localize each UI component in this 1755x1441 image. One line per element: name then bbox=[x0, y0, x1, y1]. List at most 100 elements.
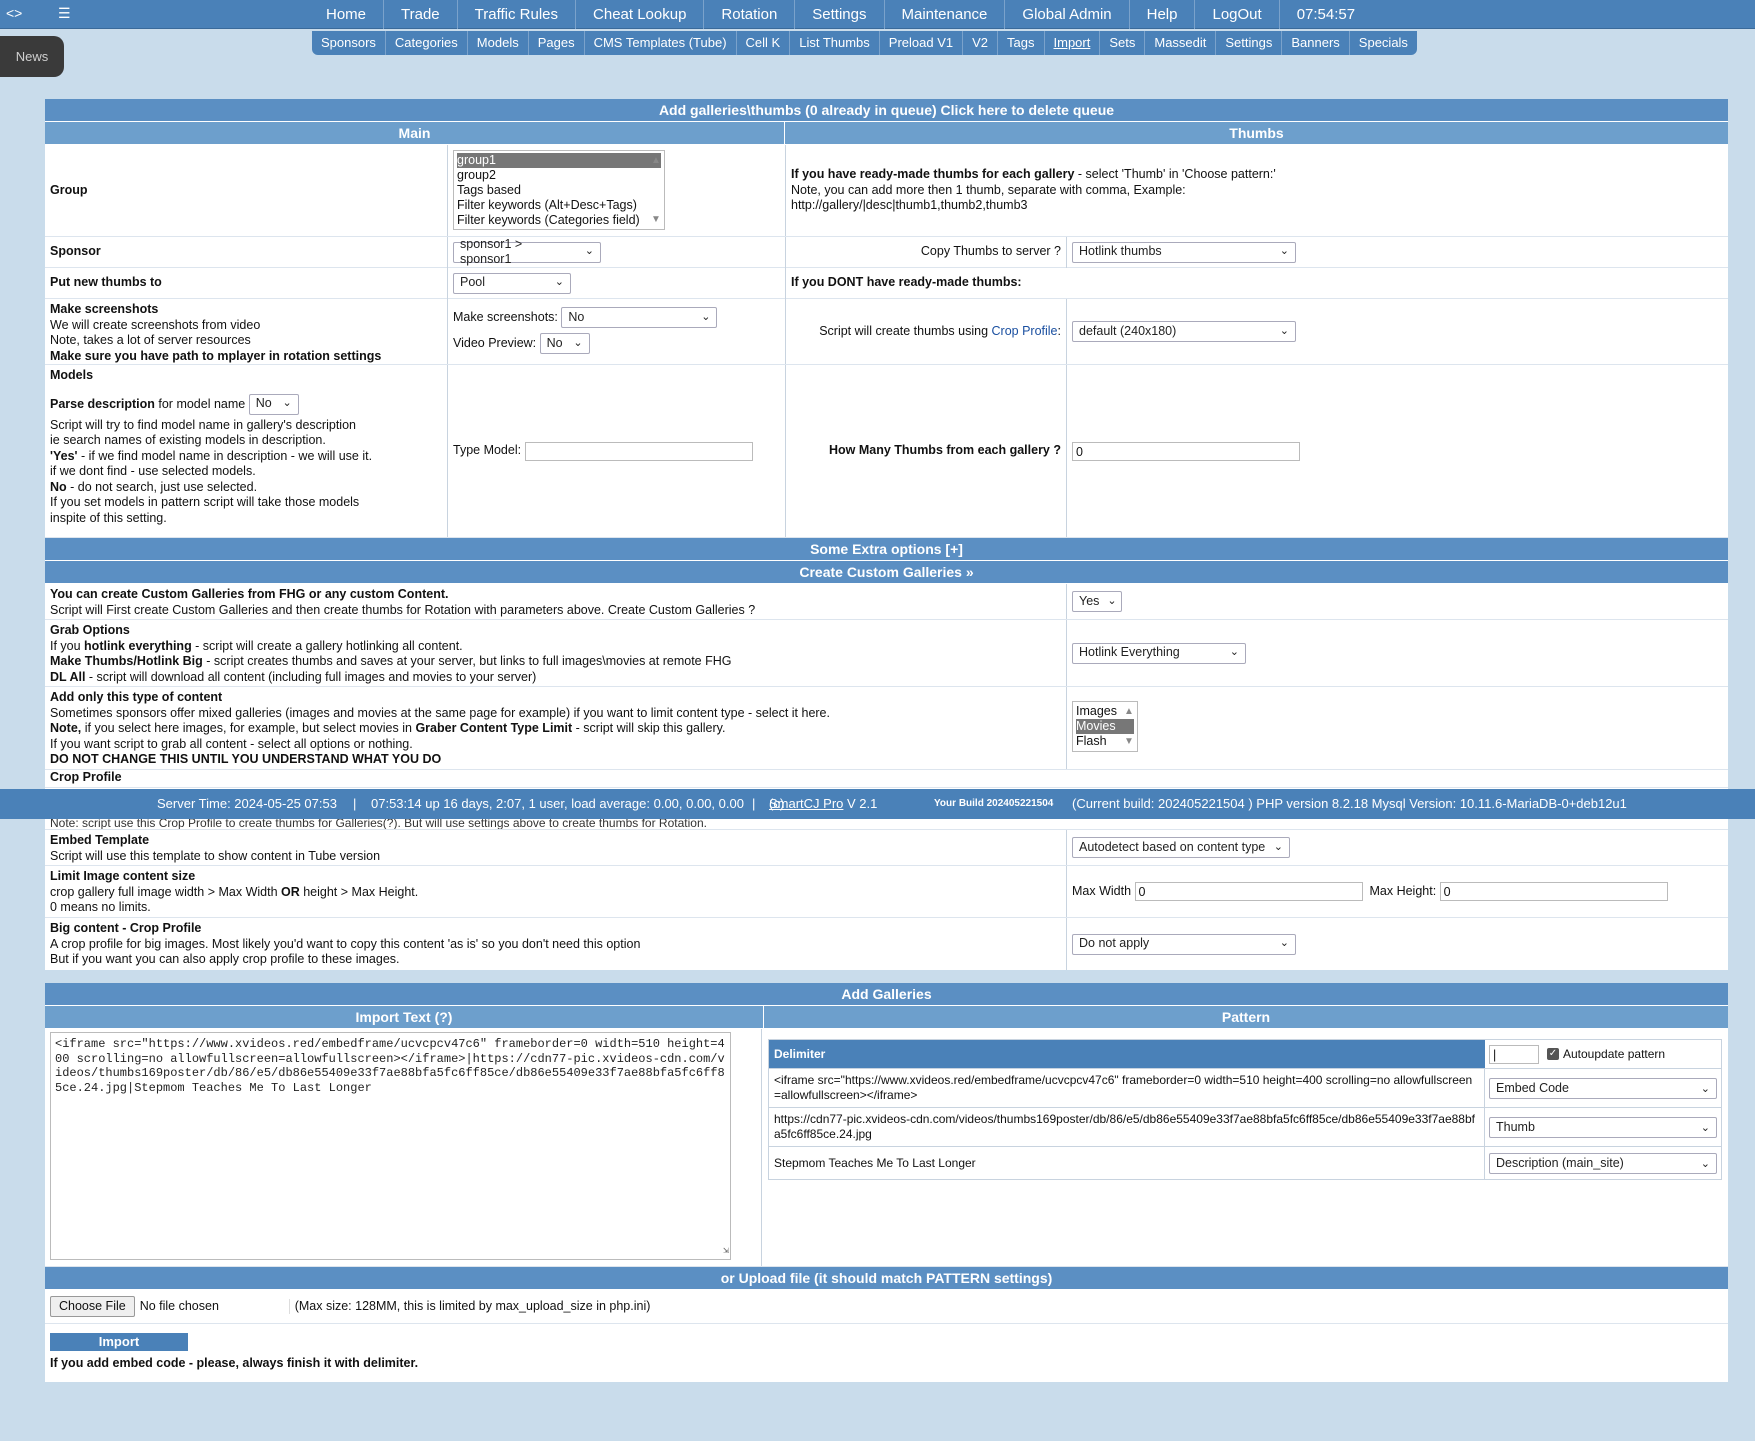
copyright: (c) bbox=[769, 796, 785, 811]
status-sep-2: | bbox=[752, 796, 756, 811]
grab-options-title: Grab Options bbox=[50, 623, 130, 637]
subnav-item-specials[interactable]: Specials bbox=[1350, 31, 1417, 55]
max-height-label: Max Height: bbox=[1369, 883, 1437, 898]
parse-description-select[interactable]: No ⌄ bbox=[248, 393, 299, 415]
add-galleries-import-panel: Add Galleries Import Text (?) Pattern <i… bbox=[45, 983, 1728, 1382]
type-model-label: Type Model: bbox=[453, 443, 522, 458]
content-type-scrollbar[interactable]: ▲ ▼ bbox=[1123, 704, 1135, 749]
pattern-row-select[interactable]: Description (main_site) ⌄ bbox=[1489, 1152, 1717, 1174]
models-note-3: - if we find model name in description -… bbox=[77, 448, 373, 463]
listbox-scrollbar[interactable]: ▲ ▼ bbox=[650, 153, 662, 227]
group-option[interactable]: group2 bbox=[457, 168, 661, 183]
custom-galleries-header[interactable]: Create Custom Galleries » bbox=[45, 561, 1728, 584]
pattern-row: <iframe src="https://www.xvideos.red/emb… bbox=[768, 1069, 1722, 1108]
top-nav: <> ☰ Home Trade Traffic Rules Cheat Lookup R… bbox=[0, 0, 1755, 29]
big-content-select[interactable]: Do not apply ⌄ bbox=[1072, 933, 1296, 955]
subnav-item-v2[interactable]: V2 bbox=[963, 31, 999, 55]
subnav-item-sets[interactable]: Sets bbox=[1100, 31, 1146, 55]
group-option[interactable]: Tags based bbox=[457, 183, 661, 198]
subnav-item-banners[interactable]: Banners bbox=[1282, 31, 1350, 55]
screenshots-title: Make screenshots bbox=[50, 302, 159, 316]
nav-item-global-admin[interactable]: Global Admin bbox=[1005, 0, 1130, 29]
nav-item-traffic-rules[interactable]: Traffic Rules bbox=[458, 0, 577, 29]
how-many-thumbs-label: How Many Thumbs from each gallery ? bbox=[785, 365, 1066, 537]
max-width-input[interactable]: 0 bbox=[1134, 882, 1363, 901]
nav-item-cheat-lookup[interactable]: Cheat Lookup bbox=[576, 0, 705, 29]
nav-item-home[interactable]: Home bbox=[309, 0, 385, 29]
nav-item-help[interactable]: Help bbox=[1130, 0, 1196, 29]
content-type-listbox[interactable]: Images Movies Flash ▲ ▼ bbox=[1072, 701, 1138, 752]
group-option[interactable]: group1 bbox=[457, 153, 661, 168]
embed-template-select[interactable]: Autodetect based on content type ⌄ bbox=[1072, 837, 1290, 858]
extra-options-header[interactable]: Some Extra options [+] bbox=[45, 538, 1728, 561]
nav-item-trade[interactable]: Trade bbox=[384, 0, 458, 29]
nav-item-rotation[interactable]: Rotation bbox=[704, 0, 796, 29]
grab-options-select[interactable]: Hotlink Everything ⌄ bbox=[1072, 642, 1246, 664]
crop-profile-link[interactable]: Crop Profile bbox=[992, 324, 1058, 340]
models-title: Models bbox=[50, 368, 94, 382]
sponsor-select[interactable]: sponsor1 > sponsor1 ⌄ bbox=[453, 237, 601, 266]
subnav-item-categories[interactable]: Categories bbox=[386, 31, 468, 55]
import-button[interactable]: Import bbox=[50, 1333, 188, 1351]
content-type-title: Add only this type of content bbox=[50, 690, 223, 704]
import-text-header[interactable]: Import Text (?) bbox=[45, 1006, 764, 1029]
subnav-item-import[interactable]: Import bbox=[1045, 31, 1101, 55]
subnav-item-models[interactable]: Models bbox=[468, 31, 529, 55]
autoupdate-checkbox[interactable]: ✓ bbox=[1547, 1048, 1559, 1060]
subnav-item-preload-v1[interactable]: Preload V1 bbox=[880, 31, 964, 55]
pattern-table-header: Delimiter | ✓ Autoupdate pattern bbox=[768, 1039, 1722, 1069]
group-option[interactable]: Filter keywords (Alt+Desc+Tags) bbox=[457, 198, 661, 213]
delimiter-input[interactable]: | bbox=[1489, 1044, 1539, 1064]
delimiter-label: Delimiter bbox=[769, 1040, 1485, 1068]
import-textarea[interactable]: <iframe src="https://www.xvideos.red/emb… bbox=[50, 1032, 731, 1260]
how-many-thumbs-input[interactable]: 0 bbox=[1072, 441, 1300, 461]
parse-description-rest: for model name bbox=[154, 396, 246, 411]
content-type-warning: DO NOT CHANGE THIS UNTIL YOU UNDERSTAND … bbox=[50, 752, 442, 766]
content-type-note-2a: if you select here images, for example, … bbox=[81, 721, 416, 735]
autoupdate-label: Autoupdate pattern bbox=[1563, 1047, 1666, 1061]
status-sep-1: | bbox=[353, 796, 357, 811]
pattern-header: Pattern bbox=[764, 1006, 1728, 1029]
subnav-item-massedit[interactable]: Massedit bbox=[1145, 31, 1217, 55]
video-preview-label: Video Preview: bbox=[453, 335, 537, 350]
type-model-input[interactable] bbox=[524, 441, 753, 461]
subnav-item-cell-k[interactable]: Cell K bbox=[737, 31, 791, 55]
custom-galleries-select[interactable]: Yes ⌄ bbox=[1072, 591, 1122, 612]
subnav-item-cms-templates-tube[interactable]: CMS Templates (Tube) bbox=[585, 31, 737, 55]
copy-thumbs-label: Copy Thumbs to server ? bbox=[785, 236, 1066, 268]
subnav-item-pages[interactable]: Pages bbox=[529, 31, 585, 55]
models-note-no: No bbox=[50, 479, 67, 494]
nav-item-logout[interactable]: LogOut bbox=[1195, 0, 1280, 29]
subnav-item-tags[interactable]: Tags bbox=[998, 31, 1045, 55]
nav-item-settings[interactable]: Settings bbox=[795, 0, 885, 29]
current-build: (Current build: 202405221504 ) PHP versi… bbox=[1072, 796, 1627, 811]
pattern-row-select[interactable]: Embed Code ⌄ bbox=[1489, 1077, 1717, 1099]
grab-note-1b: hotlink everything bbox=[84, 638, 192, 653]
models-note-5: - do not search, just use selected. bbox=[66, 479, 258, 494]
group-listbox[interactable]: group1 group2 Tags based Filter keywords (A… bbox=[453, 150, 665, 230]
put-new-thumbs-select[interactable]: Pool ⌄ bbox=[453, 272, 571, 294]
thumbs-note-3: http://gallery/|desc|thumb1,thumb2,thumb… bbox=[791, 198, 1028, 212]
server-time: Server Time: 2024-05-25 07:53 bbox=[157, 796, 337, 811]
copy-thumbs-select[interactable]: Hotlink thumbs ⌄ bbox=[1072, 241, 1296, 263]
video-preview-select[interactable]: No ⌄ bbox=[539, 333, 590, 354]
code-icon[interactable]: <> bbox=[6, 5, 22, 21]
custom-galleries-note: Script will First create Custom Gallerie… bbox=[50, 602, 756, 617]
grab-note-2c: - script creates thumbs and saves at you… bbox=[202, 654, 732, 668]
news-button[interactable]: News bbox=[0, 36, 64, 77]
subnav-item-sponsors[interactable]: Sponsors bbox=[312, 31, 386, 55]
pattern-row-select[interactable]: Thumb ⌄ bbox=[1489, 1116, 1717, 1138]
embed-template-title: Embed Template bbox=[50, 833, 150, 847]
models-note-4: if we dont find - use selected models. bbox=[50, 464, 256, 478]
parse-description-label: Parse description bbox=[50, 396, 155, 411]
make-screenshots-select[interactable]: No ⌄ bbox=[561, 307, 718, 328]
crop-profile-select[interactable]: default (240x180) ⌄ bbox=[1072, 321, 1296, 342]
choose-file-button[interactable]: Choose File bbox=[50, 1295, 135, 1318]
nav-item-maintenance[interactable]: Maintenance bbox=[885, 0, 1006, 29]
subnav-item-settings[interactable]: Settings bbox=[1216, 31, 1283, 55]
list-icon[interactable]: ☰ bbox=[58, 5, 71, 22]
subnav-item-list-thumbs[interactable]: List Thumbs bbox=[790, 31, 880, 55]
group-option[interactable]: Filter keywords (Categories field) bbox=[457, 213, 661, 228]
queue-header[interactable]: Add galleries\thumbs (0 already in queue… bbox=[45, 99, 1728, 122]
max-height-input[interactable]: 0 bbox=[1439, 882, 1668, 901]
